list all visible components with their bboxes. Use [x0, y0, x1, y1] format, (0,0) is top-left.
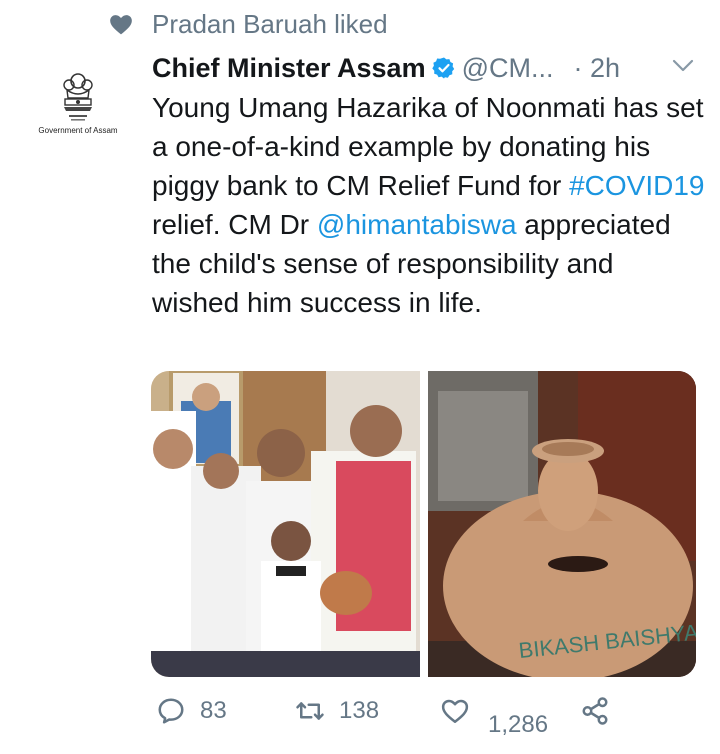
retweet-icon [296, 702, 324, 720]
tweet-text: Young Umang Hazarika of Noonmati has set… [152, 88, 708, 322]
liked-by-text: Pradan Baruah liked [152, 8, 388, 39]
retweet-button[interactable]: 138 [295, 696, 379, 726]
reply-count: 83 [200, 697, 227, 724]
handle[interactable]: @CM... [462, 53, 554, 84]
social-context[interactable]: Pradan Baruah liked [108, 6, 388, 42]
tweet-actions: 83 138 1,286 [152, 696, 712, 744]
photo-piggy-bank-image: BIKASH BAISHYA [428, 371, 696, 677]
mention-link[interactable]: @himantabiswa [317, 209, 517, 240]
avatar-caption: Government of Assam [38, 126, 118, 135]
display-name[interactable]: Chief Minister Assam [152, 53, 426, 84]
heart-outline-icon [441, 699, 469, 723]
verified-badge-icon [431, 57, 454, 79]
like-button[interactable]: 1,286 [440, 696, 548, 738]
tweet-text-segment: relief. CM Dr [152, 209, 317, 240]
timestamp[interactable]: · 2h [573, 53, 620, 84]
photo-cm-with-child-image [151, 371, 420, 677]
like-count: 1,286 [488, 711, 549, 738]
chevron-down-icon[interactable] [672, 58, 694, 74]
photo-piggy-bank[interactable]: BIKASH BAISHYA [428, 371, 696, 677]
hashtag-link[interactable]: #COVID19 [569, 170, 704, 201]
share-button[interactable] [580, 696, 610, 726]
tweet-header: Chief Minister Assam @CM... · 2h [152, 48, 700, 88]
media-grid: BIKASH BAISHYA [151, 371, 696, 677]
avatar[interactable]: Government of Assam [30, 72, 126, 168]
reply-icon [158, 698, 184, 724]
emblem-icon [63, 73, 93, 121]
reply-button[interactable]: 83 [156, 696, 227, 726]
photo-cm-with-child[interactable] [151, 371, 420, 677]
share-icon [582, 697, 608, 725]
retweet-count: 138 [339, 697, 380, 724]
heart-icon [110, 15, 132, 35]
